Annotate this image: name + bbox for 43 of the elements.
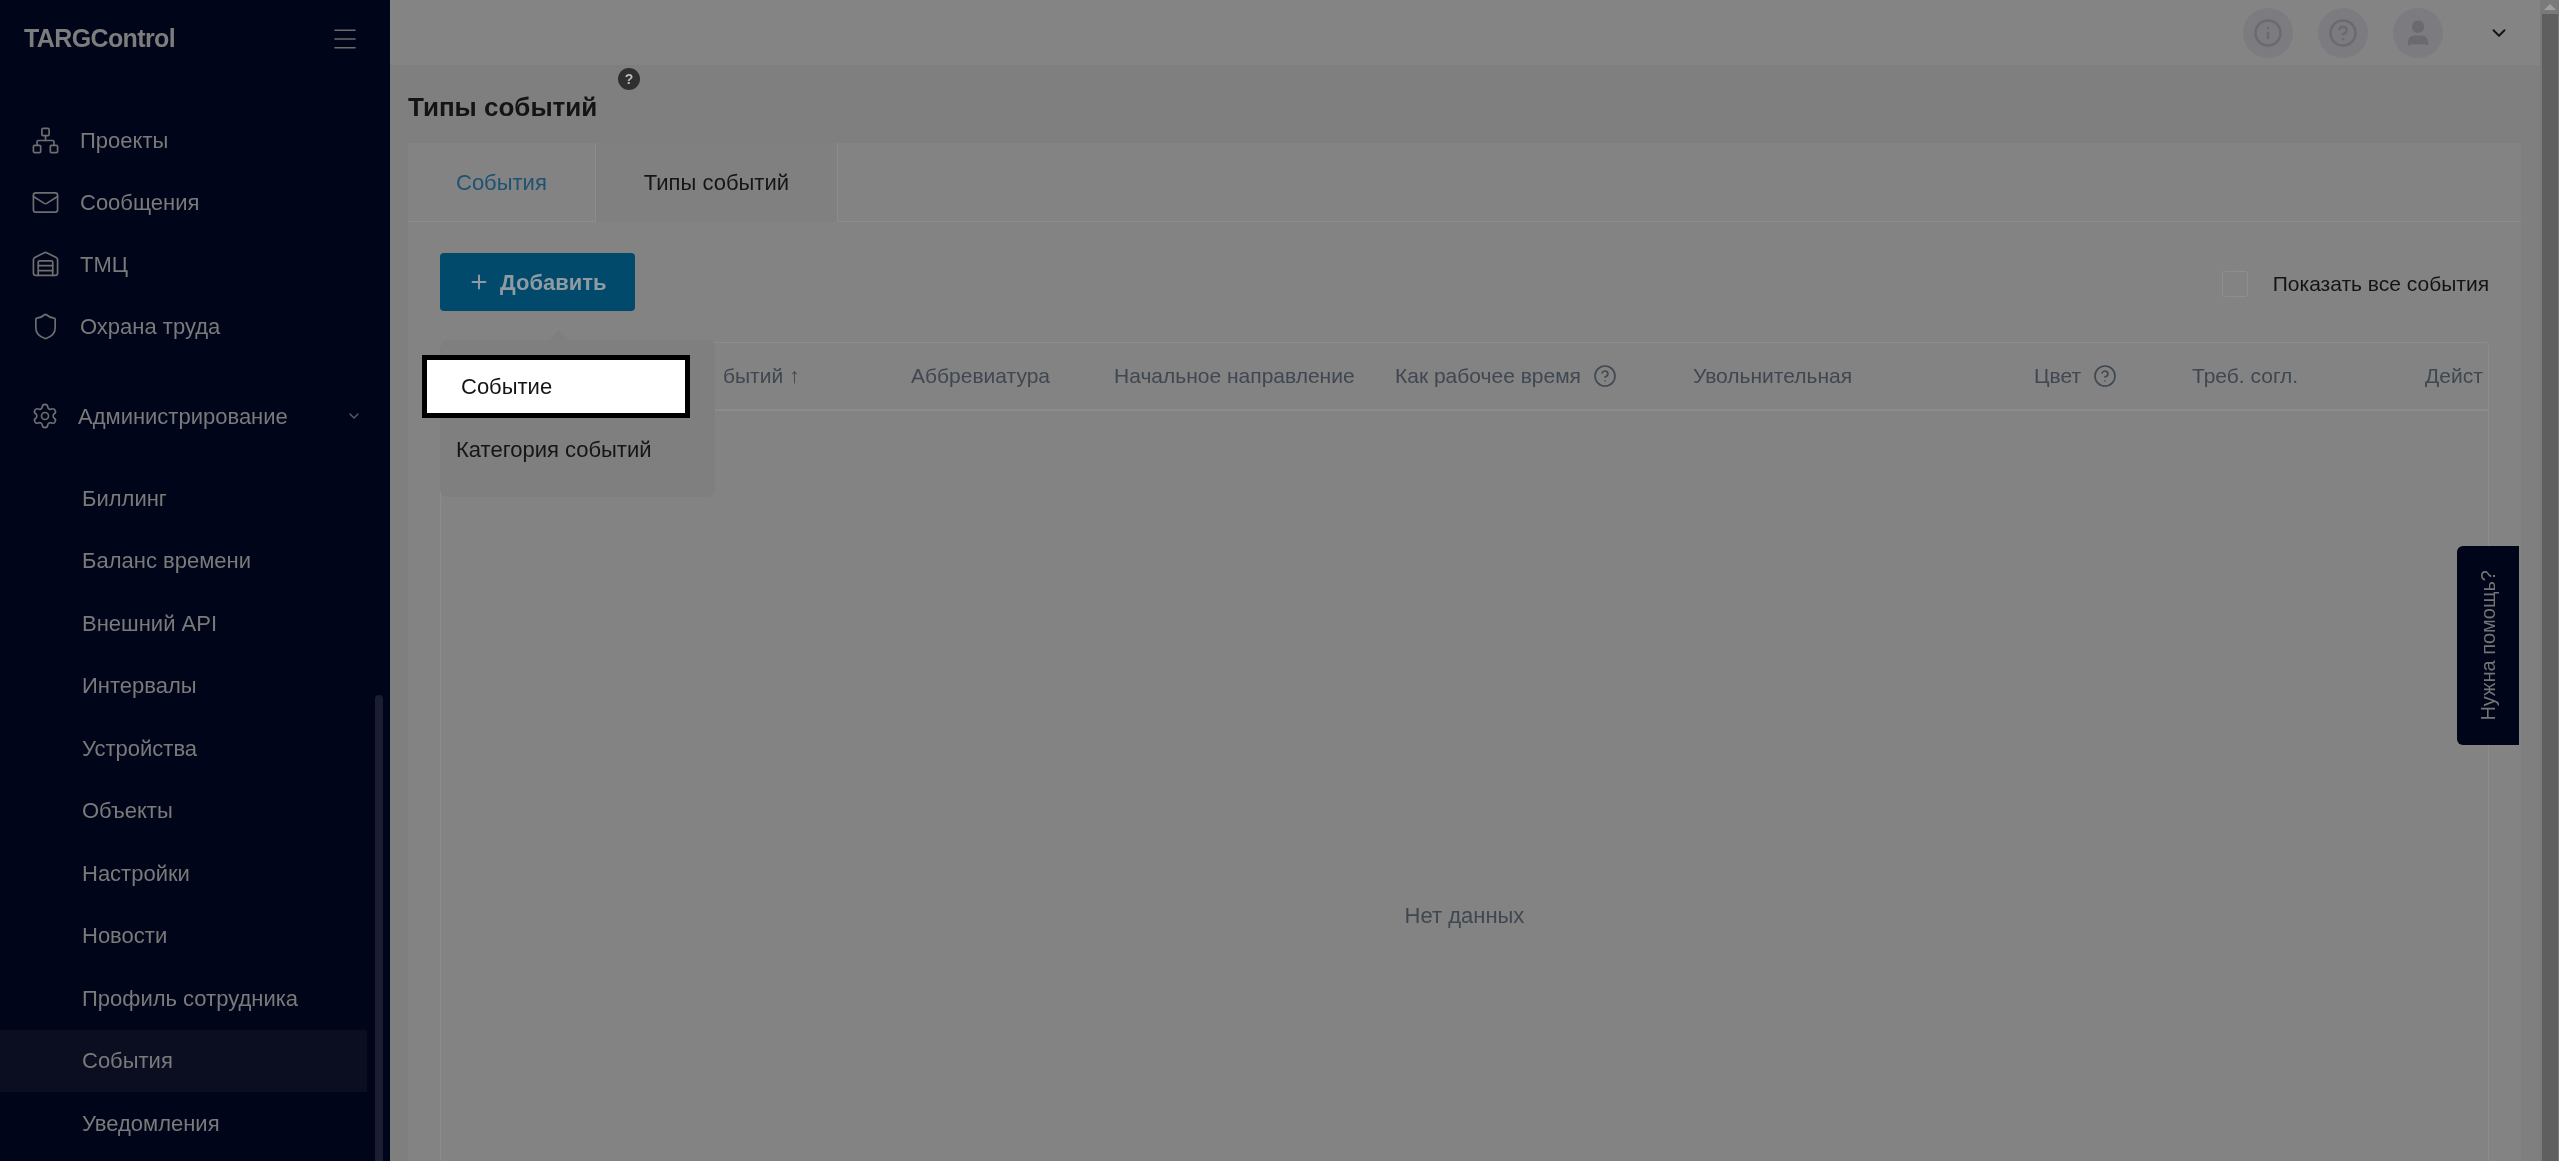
column-header[interactable]: Аббревиатура: [911, 360, 1114, 392]
page-scrollbar[interactable]: [2540, 0, 2559, 1161]
column-header[interactable]: Начальное направление: [1114, 360, 1395, 392]
help-icon[interactable]: [1593, 364, 1617, 388]
empty-message: Нет данных: [1404, 902, 1525, 930]
sidebar-item[interactable]: Охрана труда: [0, 295, 390, 357]
menu-item[interactable]: Категория событий: [422, 418, 690, 481]
sidebar-subitem[interactable]: Внешний API: [0, 592, 367, 655]
sidebar-subitem[interactable]: Биллинг: [0, 467, 367, 530]
help-icon[interactable]: [2318, 7, 2368, 58]
tab[interactable]: Типы событий: [595, 143, 838, 222]
column-header[interactable]: Как рабочее время: [1395, 360, 1693, 392]
sidebar-subitem[interactable]: Новости: [0, 904, 367, 967]
menu-item[interactable]: Событие: [422, 355, 690, 418]
gear-icon: [31, 402, 59, 430]
column-header[interactable]: Цвет: [2034, 360, 2192, 392]
sidebar-subitem[interactable]: Профиль сотрудника: [0, 967, 367, 1030]
help-icon[interactable]: [2093, 364, 2118, 388]
help-badge[interactable]: ?: [618, 68, 640, 90]
sidebar-subitem[interactable]: Настройки: [0, 842, 367, 905]
user-avatar-icon[interactable]: [2393, 7, 2443, 58]
column-header[interactable]: Дейст: [2425, 360, 2488, 392]
sidebar-item[interactable]: Сообщения: [0, 171, 390, 233]
add-button[interactable]: Добавить: [440, 253, 635, 311]
sidebar-subitem[interactable]: Объекты: [0, 779, 367, 842]
app-logo: TARGControl: [24, 23, 175, 55]
help-tab[interactable]: Нужна помощь?: [2457, 546, 2519, 745]
sidebar-item[interactable]: Проекты: [0, 109, 390, 171]
diagram-icon: [31, 125, 60, 155]
sidebar-item[interactable]: Администрирование: [0, 385, 390, 447]
warehouse-icon: [31, 249, 60, 279]
sidebar-item[interactable]: ТМЦ: [0, 233, 390, 295]
sidebar-subitem[interactable]: События: [0, 1029, 367, 1092]
info-icon[interactable]: [2243, 7, 2293, 58]
sidebar-subitem[interactable]: Устройства: [0, 717, 367, 780]
sidebar-subitem[interactable]: Интервалы: [0, 654, 367, 717]
page-title: Типы событий: [408, 91, 598, 124]
sidebar-subitem[interactable]: Баланс времени: [0, 529, 367, 592]
column-header[interactable]: Увольнительная: [1693, 360, 2034, 392]
sidebar-subitem[interactable]: Уведомления: [0, 1092, 367, 1155]
column-header[interactable]: Треб. согл.: [2192, 360, 2425, 392]
sidebar-scrollbar[interactable]: [375, 695, 383, 1161]
checkbox-label: Показать все события: [2272, 271, 2489, 297]
